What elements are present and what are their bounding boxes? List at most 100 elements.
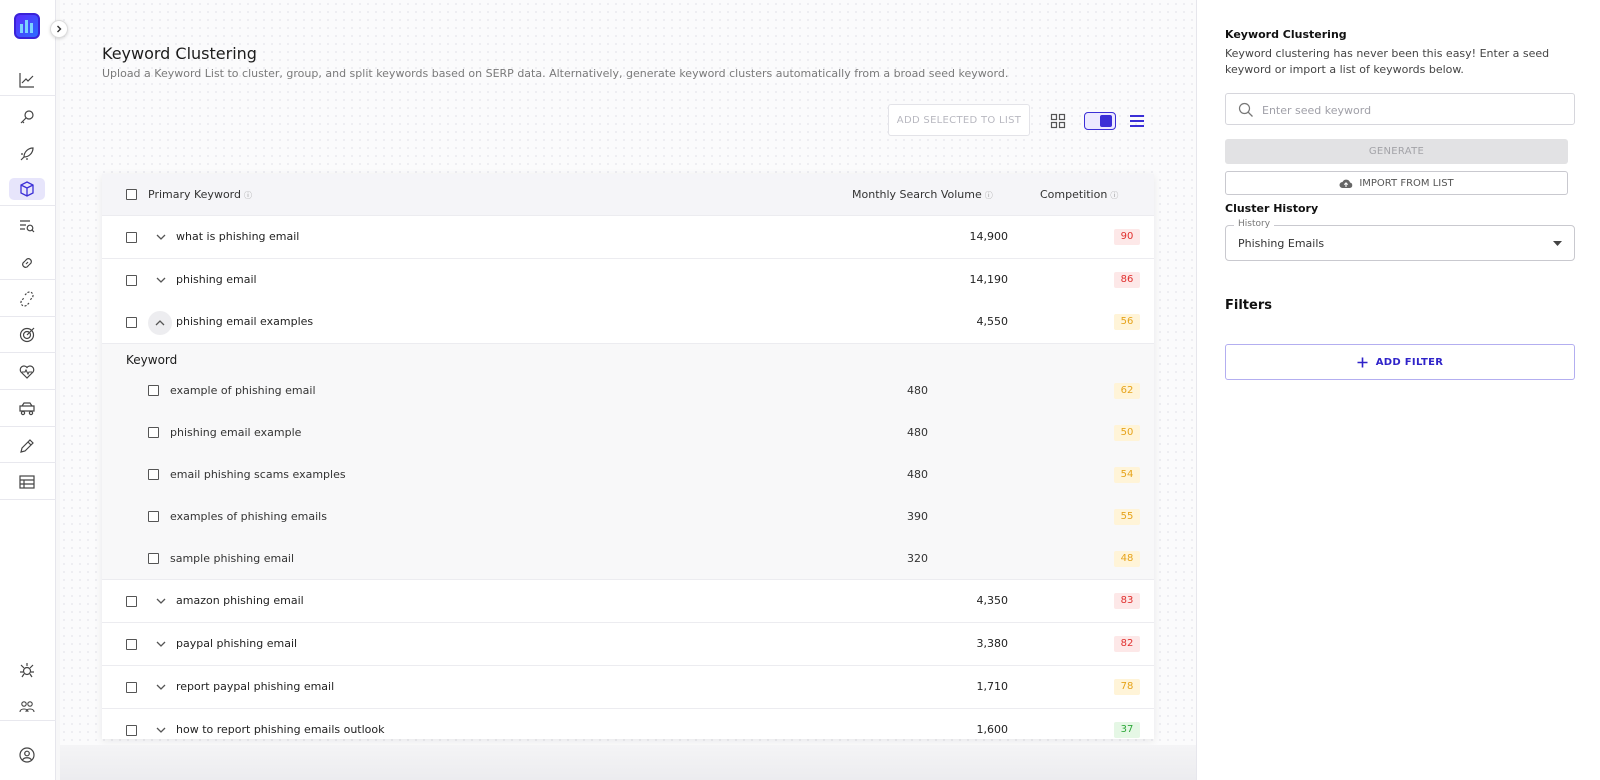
column-header-monthly-search-volume[interactable]: Monthly Search Volume ⓘ [852, 188, 993, 201]
app-logo[interactable] [14, 13, 40, 39]
competition-badge: 55 [1114, 509, 1140, 525]
expand-row-button[interactable] [152, 722, 170, 739]
info-icon[interactable]: ⓘ [244, 191, 252, 200]
sidebar [0, 0, 68, 780]
list-item[interactable]: example of phishing email 480 62 [102, 374, 1154, 416]
add-selected-to-list-button[interactable]: ADD SELECTED TO LIST [888, 104, 1030, 136]
sidebar-item-launch[interactable] [9, 143, 45, 165]
expand-row-button[interactable] [152, 229, 170, 247]
column-header-primary-keyword[interactable]: Primary Keyword ⓘ [148, 188, 252, 201]
list-item[interactable]: sample phishing email 320 48 [102, 542, 1154, 584]
column-header-competition[interactable]: Competition ⓘ [1040, 188, 1118, 201]
chevron-down-icon [156, 277, 166, 283]
chevron-down-icon [156, 234, 166, 240]
expand-row-button[interactable] [152, 636, 170, 654]
primary-keyword: how to report phishing emails outlook [176, 723, 385, 736]
keyword: examples of phishing emails [170, 510, 327, 523]
primary-keyword: phishing email [176, 273, 257, 286]
chevron-down-icon [156, 598, 166, 604]
search-volume: 1,710 [976, 680, 1009, 693]
row-checkbox[interactable] [148, 511, 159, 522]
sidebar-item-team[interactable] [9, 696, 45, 718]
sidebar-item-account[interactable] [9, 744, 45, 766]
search-volume: 320 [907, 552, 928, 565]
expand-row-button[interactable] [152, 679, 170, 697]
sidebar-expand-button[interactable] [50, 20, 68, 38]
keyword: sample phishing email [170, 552, 295, 565]
generate-button[interactable]: GENERATE [1225, 139, 1568, 164]
expand-row-button[interactable] [152, 593, 170, 611]
pen-icon [20, 439, 34, 453]
search-volume: 390 [907, 510, 928, 523]
chevron-up-icon [155, 320, 165, 326]
search-volume: 480 [907, 384, 928, 397]
list-item[interactable]: phishing email example 480 50 [102, 416, 1154, 458]
caret-down-icon [1553, 241, 1562, 246]
search-icon [1238, 102, 1253, 117]
sidebar-item-target[interactable] [9, 324, 45, 346]
table-row[interactable]: amazon phishing email 4,350 83 [102, 580, 1154, 623]
row-checkbox[interactable] [148, 553, 159, 564]
row-checkbox[interactable] [126, 639, 137, 650]
row-checkbox[interactable] [126, 725, 137, 736]
plus-icon [1357, 357, 1368, 367]
seed-keyword-field[interactable] [1225, 93, 1575, 125]
search-volume: 4,350 [976, 594, 1009, 607]
row-checkbox[interactable] [126, 596, 137, 607]
history-value: Phishing Emails [1238, 237, 1325, 250]
sidebar-item-keyword-clustering[interactable] [9, 178, 45, 200]
row-checkbox[interactable] [148, 427, 159, 438]
sidebar-item-content-editor[interactable] [9, 435, 45, 457]
list-item[interactable]: email phishing scams examples 480 54 [102, 458, 1154, 500]
sidebar-item-site-health[interactable] [9, 361, 45, 383]
table-row[interactable]: paypal phishing email 3,380 82 [102, 623, 1154, 666]
expand-row-button[interactable] [152, 272, 170, 290]
car-icon [19, 402, 35, 416]
search-volume: 14,900 [969, 230, 1009, 243]
table-row[interactable]: phishing email 14,190 86 [102, 259, 1154, 302]
view-toggle[interactable] [1084, 112, 1116, 130]
primary-keyword: amazon phishing email [176, 594, 304, 607]
add-filter-button[interactable]: ADD FILTER [1225, 344, 1575, 380]
sidebar-item-broken-links[interactable] [9, 288, 45, 310]
seed-keyword-input[interactable] [1262, 100, 1562, 120]
competition-badge: 83 [1114, 593, 1140, 609]
sidebar-divider [0, 95, 56, 96]
team-icon [19, 701, 35, 713]
sidebar-item-content-search[interactable] [9, 215, 45, 237]
table-row[interactable]: how to report phishing emails outlook 1,… [102, 709, 1154, 739]
row-checkbox[interactable] [126, 317, 137, 328]
history-label: History [1234, 219, 1275, 229]
row-checkbox[interactable] [126, 682, 137, 693]
table-row[interactable]: what is phishing email 14,900 90 [102, 216, 1154, 259]
row-checkbox[interactable] [126, 232, 137, 243]
import-label: IMPORT FROM LIST [1359, 177, 1454, 189]
sidebar-divider [0, 462, 56, 463]
info-icon[interactable]: ⓘ [1110, 191, 1118, 200]
import-from-list-button[interactable]: IMPORT FROM LIST [1225, 171, 1568, 195]
page-subtitle: Upload a Keyword List to cluster, group,… [102, 67, 1009, 80]
table-row[interactable]: phishing email examples 4,550 56 [102, 301, 1154, 344]
row-checkbox[interactable] [148, 385, 159, 396]
select-all-checkbox[interactable] [126, 189, 137, 200]
list-view-icon[interactable] [1129, 113, 1145, 129]
sidebar-divider [0, 316, 56, 317]
sidebar-item-automation[interactable] [9, 398, 45, 420]
table-row[interactable]: report paypal phishing email 1,710 78 [102, 666, 1154, 709]
row-checkbox[interactable] [148, 469, 159, 480]
info-icon[interactable]: ⓘ [985, 191, 993, 200]
sidebar-item-backlinks[interactable] [9, 252, 45, 274]
chevron-down-icon [156, 641, 166, 647]
sidebar-item-keywords[interactable] [9, 106, 45, 128]
search-volume: 480 [907, 468, 928, 481]
row-checkbox[interactable] [126, 275, 137, 286]
sidebar-item-integrations[interactable] [9, 659, 45, 681]
search-volume: 3,380 [976, 637, 1009, 650]
collapse-row-button[interactable] [148, 311, 172, 335]
grid-view-icon[interactable] [1050, 113, 1066, 129]
filters-title: Filters [1225, 298, 1272, 313]
sidebar-item-reports[interactable] [9, 471, 45, 493]
history-select[interactable]: History Phishing Emails [1225, 219, 1575, 261]
list-item[interactable]: examples of phishing emails 390 55 [102, 500, 1154, 542]
sidebar-item-rank-tracker[interactable] [9, 69, 45, 91]
